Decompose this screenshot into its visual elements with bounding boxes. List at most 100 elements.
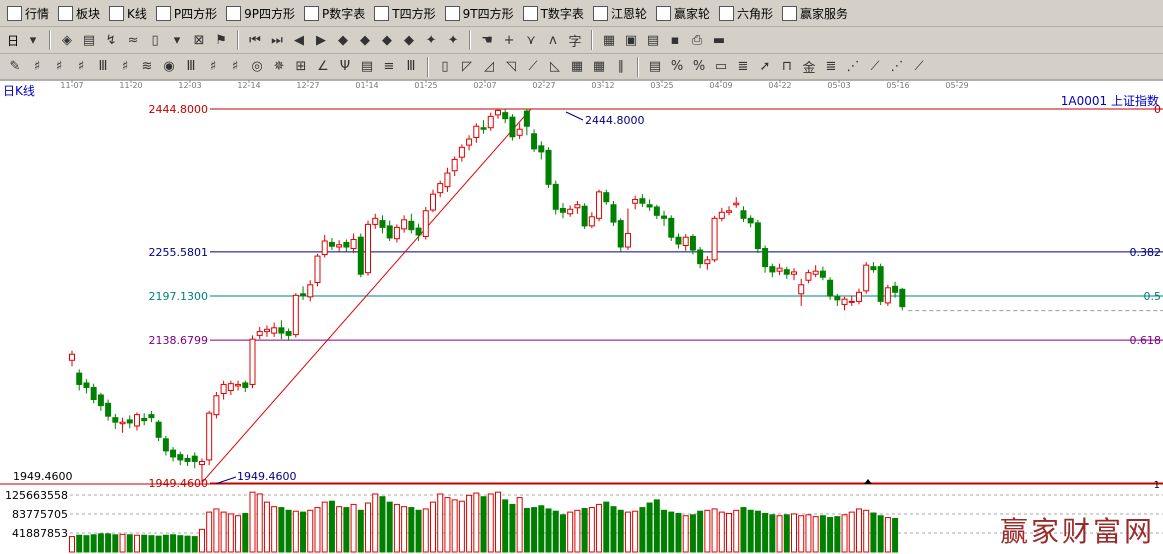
arc-icon[interactable]: ◿ bbox=[478, 56, 500, 78]
candle-body bbox=[819, 270, 826, 278]
notes-icon[interactable]: ▤ bbox=[642, 29, 664, 51]
percent-line-icon[interactable]: % bbox=[666, 56, 688, 78]
text-icon[interactable]: 字 bbox=[564, 29, 586, 51]
period-selector[interactable]: 日 bbox=[4, 32, 22, 49]
horizontal-lines-icon[interactable]: ≡ bbox=[378, 56, 400, 78]
scroll-left-icon[interactable]: ◀ bbox=[288, 29, 310, 51]
wave-icon[interactable]: ⋎ bbox=[520, 29, 542, 51]
grid-box-icon[interactable]: ▦ bbox=[566, 56, 588, 78]
gold-ratio-icon[interactable]: 金 bbox=[798, 56, 820, 78]
flag-icon[interactable]: ⚑ bbox=[210, 29, 232, 51]
menu-item-1[interactable]: 板块 bbox=[55, 2, 106, 24]
candle-body bbox=[798, 284, 805, 295]
last-bar-icon[interactable]: ⏭ bbox=[266, 29, 288, 51]
save-icon[interactable]: ▪ bbox=[664, 29, 686, 51]
delete-drawing-icon[interactable]: ⊠ bbox=[188, 29, 210, 51]
scroll-right-icon[interactable]: ▶ bbox=[310, 29, 332, 51]
low-annotation: 1949.4600 bbox=[237, 470, 297, 483]
hand-icon[interactable]: ☚ bbox=[476, 29, 498, 51]
date-tick-label: 12-03 bbox=[178, 81, 201, 90]
stock-icon[interactable]: ◈ bbox=[56, 29, 78, 51]
menu-item-8[interactable]: T数字表 bbox=[520, 2, 590, 24]
kline-chart[interactable]: 11-07 11-20 12-03 12-14 12-27 01-14 01-25 02-07… bbox=[0, 80, 1163, 554]
menu-item-3[interactable]: P四方形 bbox=[153, 2, 223, 24]
circle-icon[interactable]: ◉ bbox=[158, 56, 180, 78]
menu-item-10[interactable]: 赢家轮 bbox=[653, 2, 716, 24]
arrow-mark-icon[interactable]: ➚ bbox=[754, 56, 776, 78]
menu-item-2[interactable]: K线 bbox=[106, 2, 153, 24]
window-icon[interactable]: ▣ bbox=[620, 29, 642, 51]
table-icon[interactable]: ▦ bbox=[588, 56, 610, 78]
grid-lines-icon[interactable]: ♯ bbox=[26, 56, 48, 78]
menu-item-5[interactable]: P数字表 bbox=[301, 2, 371, 24]
fib-retracement-icon[interactable]: ▤ bbox=[356, 56, 378, 78]
menu-item-0[interactable]: 行情 bbox=[4, 2, 55, 24]
diagonal-lines-icon[interactable]: ⟋ bbox=[908, 56, 930, 78]
menu-item-9[interactable]: 江恩轮 bbox=[590, 2, 653, 24]
candle-type-icon[interactable]: ▯ bbox=[144, 29, 166, 51]
menu-item-6[interactable]: T四方形 bbox=[371, 2, 441, 24]
ray-icon[interactable]: ◹ bbox=[500, 56, 522, 78]
expand-left-icon[interactable]: ◆ bbox=[376, 29, 398, 51]
target-icon[interactable]: ◎ bbox=[246, 56, 268, 78]
ratio-table-icon[interactable]: ▤ bbox=[644, 56, 666, 78]
wedge-icon[interactable]: ◺ bbox=[544, 56, 566, 78]
watermark-logo: 赢家财富网 bbox=[999, 515, 1155, 548]
fib-lines-icon[interactable]: ♯ bbox=[224, 56, 246, 78]
volume-bar bbox=[805, 514, 812, 553]
box-icon[interactable]: ▯ bbox=[434, 56, 456, 78]
candle-body bbox=[588, 216, 595, 227]
zoom-in-icon[interactable]: ◆ bbox=[354, 29, 376, 51]
bracket-icon[interactable]: ⊓ bbox=[776, 56, 798, 78]
menu-item-7[interactable]: 9T四方形 bbox=[442, 2, 520, 24]
zigzag-icon[interactable]: ʌ bbox=[542, 29, 564, 51]
bars-icon[interactable]: Ⅲ bbox=[400, 56, 422, 78]
grid-icon[interactable]: ⊞ bbox=[290, 56, 312, 78]
book-icon[interactable]: ▤ bbox=[78, 29, 100, 51]
truck-icon[interactable]: ▬ bbox=[708, 29, 730, 51]
print-icon[interactable]: ⎙ bbox=[686, 29, 708, 51]
menu-item-label: 行情 bbox=[25, 6, 50, 21]
fib-arc-icon[interactable]: ⋰ bbox=[886, 56, 908, 78]
fib-time-icon[interactable]: Ⅲ bbox=[180, 56, 202, 78]
price-lines-icon[interactable]: ≣ bbox=[820, 56, 842, 78]
trend-icon[interactable]: ≈ bbox=[122, 29, 144, 51]
angle-icon[interactable]: ∠ bbox=[312, 56, 334, 78]
level-icon[interactable]: ≣ bbox=[732, 56, 754, 78]
gann-fan-icon[interactable]: ♯ bbox=[70, 56, 92, 78]
gann-lines-icon[interactable]: ♯ bbox=[48, 56, 70, 78]
kline-chart-panel[interactable]: 11-07 11-20 12-03 12-14 12-27 01-14 01-25 02-07… bbox=[0, 80, 1163, 554]
calendar-icon[interactable]: ▦ bbox=[598, 29, 620, 51]
line-icon[interactable]: ⟋ bbox=[522, 56, 544, 78]
candle-body bbox=[726, 210, 733, 213]
volume-bar bbox=[754, 510, 761, 553]
menu-item-4[interactable]: 9P四方形 bbox=[223, 2, 301, 24]
pitchfork-icon[interactable]: Ψ bbox=[334, 56, 356, 78]
parallel-icon[interactable]: ∥ bbox=[610, 56, 632, 78]
speed-lines-icon[interactable]: ♯ bbox=[114, 56, 136, 78]
percent-icon[interactable]: % bbox=[688, 56, 710, 78]
star-icon[interactable]: ✵ bbox=[268, 56, 290, 78]
dropdown-arrow-icon[interactable]: ▾ bbox=[22, 29, 44, 51]
channel-icon[interactable]: ≋ bbox=[136, 56, 158, 78]
candle-body bbox=[343, 241, 350, 248]
trend-up-icon[interactable]: ⟋ bbox=[864, 56, 886, 78]
fit-icon[interactable]: ✦ bbox=[420, 29, 442, 51]
indicator-icon[interactable]: ↯ bbox=[100, 29, 122, 51]
crosshair-icon[interactable]: + bbox=[498, 29, 520, 51]
dropdown-arrow-icon[interactable]: ▾ bbox=[166, 29, 188, 51]
fib-grid-icon[interactable]: ♯ bbox=[202, 56, 224, 78]
square-ratio-icon[interactable]: ▭ bbox=[710, 56, 732, 78]
pen-icon[interactable]: ✎ bbox=[4, 56, 26, 78]
zoom-out-icon[interactable]: ◆ bbox=[332, 29, 354, 51]
expand-right-icon[interactable]: ◆ bbox=[398, 29, 420, 51]
menu-item-12[interactable]: 赢家服务 bbox=[779, 2, 854, 24]
candle-body bbox=[855, 291, 862, 302]
menu-item-11[interactable]: 六角形 bbox=[716, 2, 779, 24]
time-lines-icon[interactable]: Ⅲ bbox=[92, 56, 114, 78]
fib-fan-icon[interactable]: ⋰ bbox=[842, 56, 864, 78]
fan-icon[interactable]: ◸ bbox=[456, 56, 478, 78]
volume-bar bbox=[596, 503, 603, 553]
first-bar-icon[interactable]: ⏮ bbox=[244, 29, 266, 51]
move-icon[interactable]: ✦ bbox=[442, 29, 464, 51]
